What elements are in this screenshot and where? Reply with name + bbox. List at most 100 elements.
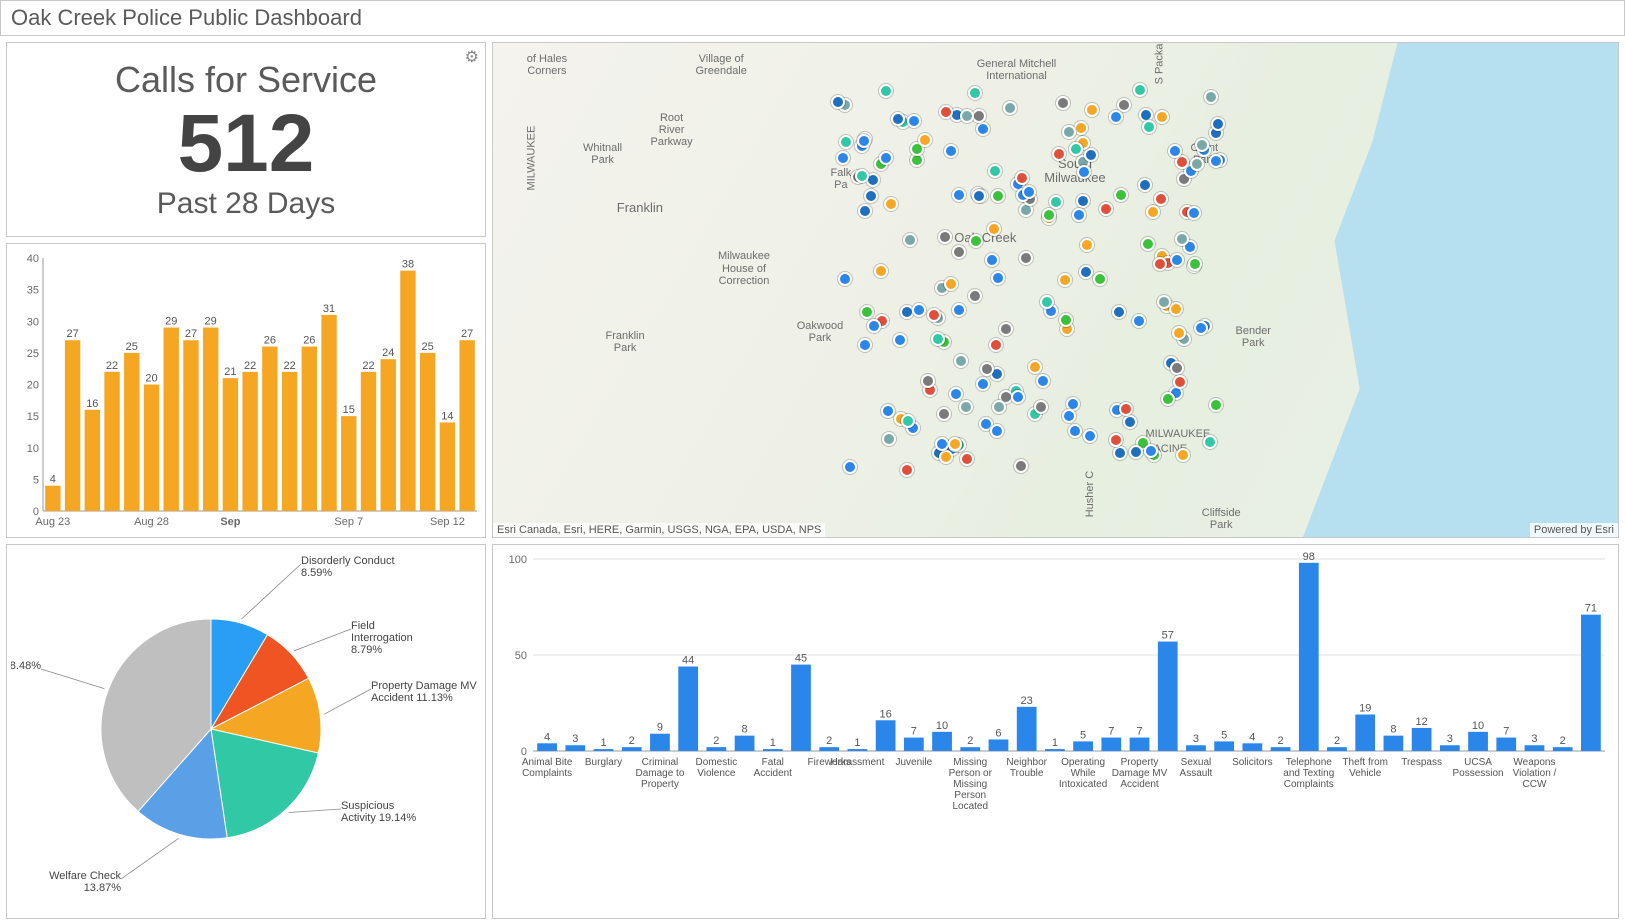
map-incident-dot[interactable] <box>858 338 872 352</box>
daily-bar[interactable] <box>440 422 455 511</box>
daily-bar[interactable] <box>381 359 396 511</box>
map-incident-dot[interactable] <box>944 144 958 158</box>
map-incident-dot[interactable] <box>1011 390 1025 404</box>
category-bar[interactable] <box>763 749 783 751</box>
map-incident-dot[interactable] <box>882 432 896 446</box>
map-incident-dot[interactable] <box>1085 103 1099 117</box>
map-panel[interactable]: Esri Canada, Esri, HERE, Garmin, USGS, N… <box>492 42 1619 538</box>
daily-bar[interactable] <box>321 315 336 511</box>
category-bar[interactable] <box>678 667 698 751</box>
map-incident-dot[interactable] <box>1049 195 1063 209</box>
map-incident-dot[interactable] <box>960 452 974 466</box>
daily-bar-chart[interactable]: 0510152025303540427162225202927292122262… <box>15 250 483 533</box>
map-incident-dot[interactable] <box>948 437 962 451</box>
category-bar[interactable] <box>1327 747 1347 751</box>
daily-bar[interactable] <box>262 347 277 511</box>
map-incident-dot[interactable] <box>1153 257 1167 271</box>
map-incident-dot[interactable] <box>985 253 999 267</box>
pie-chart[interactable]: Disorderly Conduct8.59%FieldInterrogatio… <box>11 549 483 899</box>
map-incident-dot[interactable] <box>1080 238 1094 252</box>
category-bar[interactable] <box>594 749 614 751</box>
map-incident-dot[interactable] <box>931 332 945 346</box>
category-bar[interactable] <box>1553 747 1573 751</box>
map-incident-dot[interactable] <box>1176 448 1190 462</box>
daily-bar[interactable] <box>400 271 415 511</box>
map-incident-dot[interactable] <box>1142 120 1156 134</box>
gear-icon[interactable]: ⚙ <box>465 47 479 67</box>
map-incident-dot[interactable] <box>1170 361 1184 375</box>
map-incident-dot[interactable] <box>952 303 966 317</box>
map-incident-dot[interactable] <box>1138 178 1152 192</box>
map-incident-dot[interactable] <box>1190 157 1204 171</box>
map-incident-dot[interactable] <box>959 400 973 414</box>
daily-bar[interactable] <box>183 340 198 511</box>
map-incident-dot[interactable] <box>884 197 898 211</box>
map-incident-dot[interactable] <box>1069 142 1083 156</box>
map-incident-dot[interactable] <box>944 277 958 291</box>
category-bar[interactable] <box>537 743 557 751</box>
map-incident-dot[interactable] <box>1209 398 1223 412</box>
daily-bar[interactable] <box>124 353 139 511</box>
category-bar[interactable] <box>650 734 670 751</box>
map-incident-dot[interactable] <box>1056 96 1070 110</box>
category-bar[interactable] <box>989 739 1009 751</box>
map-incident-dot[interactable] <box>938 230 952 244</box>
map-incident-dot[interactable] <box>1173 375 1187 389</box>
map-incident-dot[interactable] <box>1211 117 1225 131</box>
daily-bar[interactable] <box>223 378 238 511</box>
category-bar[interactable] <box>1242 743 1262 751</box>
map-incident-dot[interactable] <box>960 109 974 123</box>
map-incident-dot[interactable] <box>1144 444 1158 458</box>
map-incident-dot[interactable] <box>976 122 990 136</box>
map-incident-dot[interactable] <box>1019 251 1033 265</box>
category-bar[interactable] <box>735 736 755 751</box>
map-incident-dot[interactable] <box>1028 360 1042 374</box>
category-bar[interactable] <box>1412 728 1432 751</box>
map-incident-dot[interactable] <box>907 114 921 128</box>
map-incident-dot[interactable] <box>1076 194 1090 208</box>
category-bar[interactable] <box>1581 615 1601 751</box>
map-incident-dot[interactable] <box>1062 125 1076 139</box>
map-incident-dot[interactable] <box>939 105 953 119</box>
category-bar[interactable] <box>1214 741 1234 751</box>
map-incident-dot[interactable] <box>855 169 869 183</box>
map-incident-dot[interactable] <box>1154 192 1168 206</box>
category-bar[interactable] <box>1525 745 1545 751</box>
map-incident-dot[interactable] <box>990 424 1004 438</box>
map-incident-dot[interactable] <box>1112 305 1126 319</box>
category-bar[interactable] <box>1186 745 1206 751</box>
map-incident-dot[interactable] <box>1084 148 1098 162</box>
category-bar[interactable] <box>706 747 726 751</box>
map-incident-dot[interactable] <box>972 189 986 203</box>
category-bar[interactable] <box>1299 563 1319 751</box>
map-incident-dot[interactable] <box>1155 110 1169 124</box>
map-incident-dot[interactable] <box>939 450 953 464</box>
map-incident-dot[interactable] <box>999 322 1013 336</box>
map-incident-dot[interactable] <box>867 319 881 333</box>
map-incident-dot[interactable] <box>969 234 983 248</box>
map-incident-dot[interactable] <box>968 86 982 100</box>
map-canvas[interactable]: Esri Canada, Esri, HERE, Garmin, USGS, N… <box>493 43 1618 537</box>
map-incident-dot[interactable] <box>860 305 874 319</box>
map-incident-dot[interactable] <box>901 414 915 428</box>
map-incident-dot[interactable] <box>881 404 895 418</box>
map-incident-dot[interactable] <box>1209 154 1223 168</box>
map-incident-dot[interactable] <box>1036 374 1050 388</box>
map-incident-dot[interactable] <box>1099 202 1113 216</box>
map-incident-dot[interactable] <box>1113 446 1127 460</box>
map-incident-dot[interactable] <box>843 460 857 474</box>
map-powered-by[interactable]: Powered by Esri <box>1530 523 1618 537</box>
category-bar[interactable] <box>1130 738 1150 751</box>
daily-bar[interactable] <box>341 416 356 511</box>
map-incident-dot[interactable] <box>903 233 917 247</box>
daily-bar[interactable] <box>459 340 474 511</box>
map-incident-dot[interactable] <box>1123 415 1137 429</box>
map-incident-dot[interactable] <box>927 308 941 322</box>
map-incident-dot[interactable] <box>1109 110 1123 124</box>
map-incident-dot[interactable] <box>1079 265 1093 279</box>
category-bar[interactable] <box>819 747 839 751</box>
map-incident-dot[interactable] <box>1157 295 1171 309</box>
map-incident-dot[interactable] <box>991 271 1005 285</box>
daily-bar[interactable] <box>85 410 100 511</box>
map-incident-dot[interactable] <box>857 134 871 148</box>
